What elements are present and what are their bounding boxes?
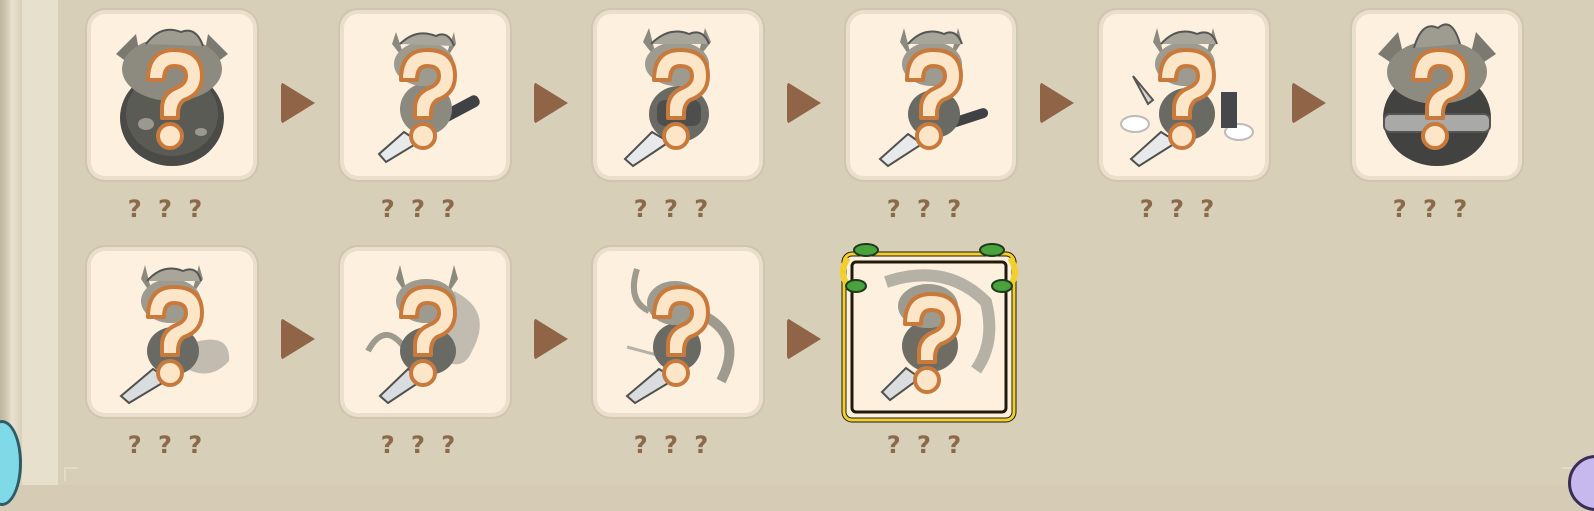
arrow-icon bbox=[281, 318, 315, 360]
arrow-icon bbox=[787, 82, 821, 124]
unknown-question-icon bbox=[885, 42, 977, 152]
unknown-question-icon bbox=[883, 286, 975, 396]
left-strip bbox=[22, 0, 59, 485]
unknown-question-icon bbox=[1391, 42, 1483, 152]
unknown-question-icon bbox=[632, 42, 724, 152]
unknown-question-icon bbox=[632, 279, 724, 389]
card-label: ? ? ? bbox=[1139, 195, 1219, 223]
card-label: ? ? ? bbox=[633, 431, 713, 459]
card-label: ? ? ? bbox=[380, 431, 460, 459]
arrow-icon bbox=[1292, 82, 1326, 124]
card-label: ? ? ? bbox=[886, 195, 966, 223]
unknown-question-icon bbox=[379, 279, 471, 389]
unknown-question-icon bbox=[126, 42, 218, 152]
unknown-question-icon bbox=[1138, 42, 1230, 152]
arrow-icon bbox=[1040, 82, 1074, 124]
corner-mark-bottom-left bbox=[64, 467, 78, 481]
card-label: ? ? ? bbox=[127, 195, 207, 223]
arrow-icon bbox=[281, 82, 315, 124]
unknown-question-icon bbox=[379, 42, 471, 152]
card-label: ? ? ? bbox=[380, 195, 460, 223]
card-label: ? ? ? bbox=[127, 431, 207, 459]
unknown-question-icon bbox=[126, 279, 218, 389]
card-label: ? ? ? bbox=[886, 431, 966, 459]
left-border bbox=[0, 0, 22, 485]
arrow-icon bbox=[534, 318, 568, 360]
arrow-icon bbox=[787, 318, 821, 360]
card-label: ? ? ? bbox=[633, 195, 713, 223]
arrow-icon bbox=[534, 82, 568, 124]
card-label: ? ? ? bbox=[1392, 195, 1472, 223]
